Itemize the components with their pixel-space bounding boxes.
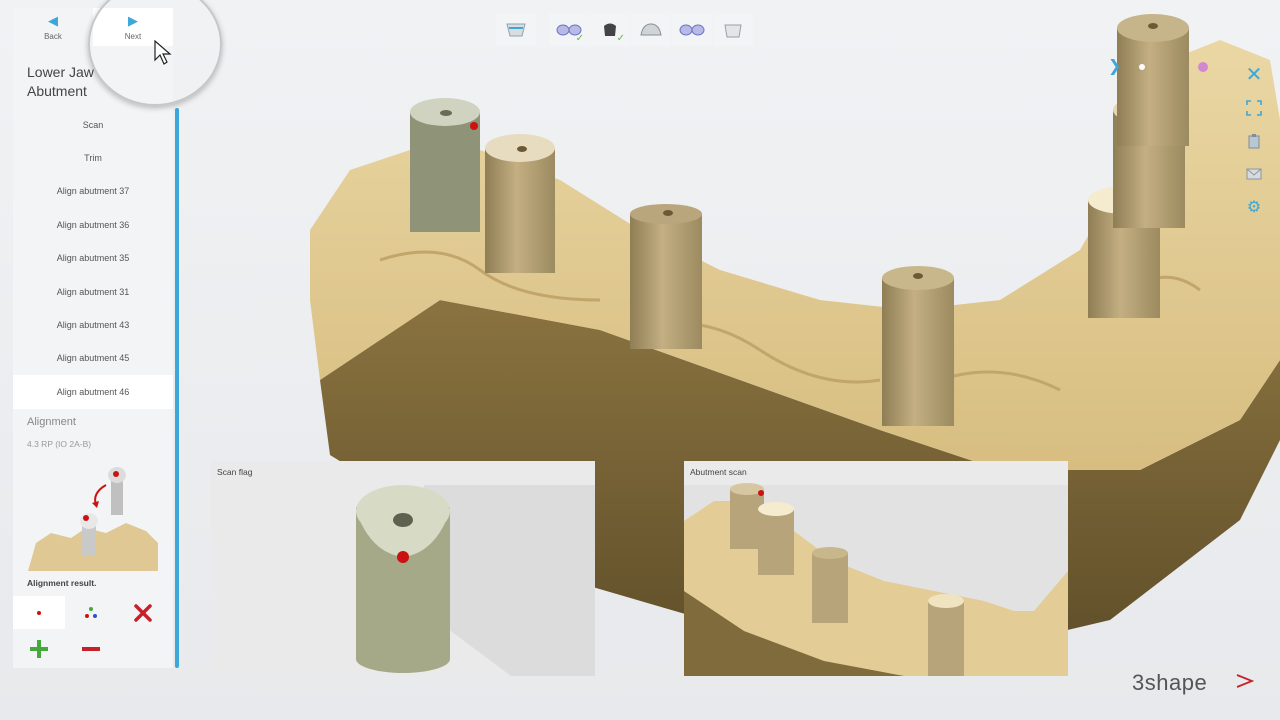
step-label: Align abutment 31 [56,286,130,297]
step-align-abutment-45[interactable]: Align abutment 45 [13,342,173,375]
step-align-abutment-37[interactable]: Align abutment 37 [13,175,173,208]
panel-scrollbar[interactable] [175,108,179,668]
step-label: Align abutment 35 [56,253,130,264]
workflow-step-cup[interactable] [496,13,536,46]
point-edit-tools [13,632,173,665]
scan-flag-preview[interactable]: Scan flag [211,461,595,676]
clipboard-icon [1248,133,1260,148]
close-icon: ✕ [1245,64,1263,86]
fullscreen-icon [1246,99,1262,116]
single-point-icon [37,610,41,615]
settings-button[interactable]: ⚙ [1241,190,1267,223]
remove-point-button[interactable] [65,632,117,665]
cup-icon [506,23,526,36]
check-icon: ✓ [575,33,584,44]
left-panel: ◀ Back ▶ Next Lower Jaw Abutment Scan Tr… [13,8,173,668]
alignment-illustration [28,467,158,571]
arrow-left-icon: ◀ [48,12,58,28]
step-align-abutment-46[interactable]: Align abutment 46 [13,375,173,409]
abutment-scan-preview[interactable]: Abutment scan [684,461,1068,676]
panel-title: Lower Jaw Abutment [27,63,94,101]
workflow-toolbar: ✓ ✓ [496,13,754,46]
plus-icon [30,639,48,658]
pick-point [1139,64,1145,70]
step-label: Align abutment 45 [56,353,130,364]
step-align-abutment-43[interactable]: Align abutment 43 [13,308,173,341]
workflow-step-preparation[interactable] [713,13,753,46]
abutment-47 [1117,14,1189,146]
single-point-button[interactable] [13,596,65,629]
gear-icon: ⚙ [1246,198,1262,216]
brand-logo-text: 3shape [1132,670,1208,695]
step-label: Align abutment 46 [56,386,130,397]
step-list: Scan Trim Align abutment 37 Align abutme… [13,108,173,409]
workflow-step-jaw-scan[interactable]: ✓ [549,13,589,46]
fullscreen-button[interactable] [1241,91,1267,124]
abutment-36 [485,134,555,273]
chevron-right-icon[interactable]: ❯ [1108,56,1121,76]
panel-title-line1: Lower Jaw [27,64,94,80]
alignment-title: Alignment [27,416,76,428]
clipboard-button[interactable] [1241,124,1267,157]
mail-icon [1246,168,1262,179]
orientation-sphere [1198,62,1208,72]
scan-flag-render [356,485,595,676]
workflow-step-upper-jaw[interactable] [631,13,671,46]
right-toolbar: ✕ ⚙ [1241,58,1267,223]
mail-button[interactable] [1241,157,1267,190]
step-scan[interactable]: Scan [13,108,173,141]
preparation-icon [724,24,742,37]
alignment-subtitle: 4.3 RP (IO 2A-B) [27,439,92,449]
mouse-cursor-icon [154,40,172,65]
close-x-icon [134,603,152,622]
abutment-35 [630,204,702,349]
bite-icon [679,24,705,35]
abutment-37 [410,98,480,232]
panel-title-line2: Abutment [27,83,87,99]
abutment-43 [882,266,954,426]
check-icon: ✓ [616,33,625,44]
step-trim[interactable]: Trim [13,141,173,174]
three-point-button[interactable] [65,596,117,629]
abutment-scan-render [684,483,1068,676]
upper-jaw-icon [640,22,662,35]
workflow-step-bite[interactable] [672,13,712,46]
three-point-icon [85,606,97,618]
step-label: Scan [82,119,104,130]
step-label: Align abutment 43 [56,320,130,331]
add-point-button[interactable] [13,632,65,665]
alignment-result-label: Alignment result. [27,578,97,588]
back-label: Back [44,31,62,41]
step-label: Align abutment 36 [56,219,130,230]
cancel-alignment-button[interactable] [117,596,169,629]
step-label: Trim [84,153,102,164]
alignment-mode-tools [13,596,173,629]
brand-triangle-icon [1236,674,1254,688]
minus-icon [82,646,100,651]
step-align-abutment-35[interactable]: Align abutment 35 [13,242,173,275]
step-label: Align abutment 37 [56,186,130,197]
workflow-step-abutment[interactable]: ✓ [590,13,630,46]
step-align-abutment-31[interactable]: Align abutment 31 [13,275,173,308]
step-align-abutment-36[interactable]: Align abutment 36 [13,208,173,241]
back-button[interactable]: ◀ Back [13,8,93,46]
close-button[interactable]: ✕ [1241,58,1267,91]
